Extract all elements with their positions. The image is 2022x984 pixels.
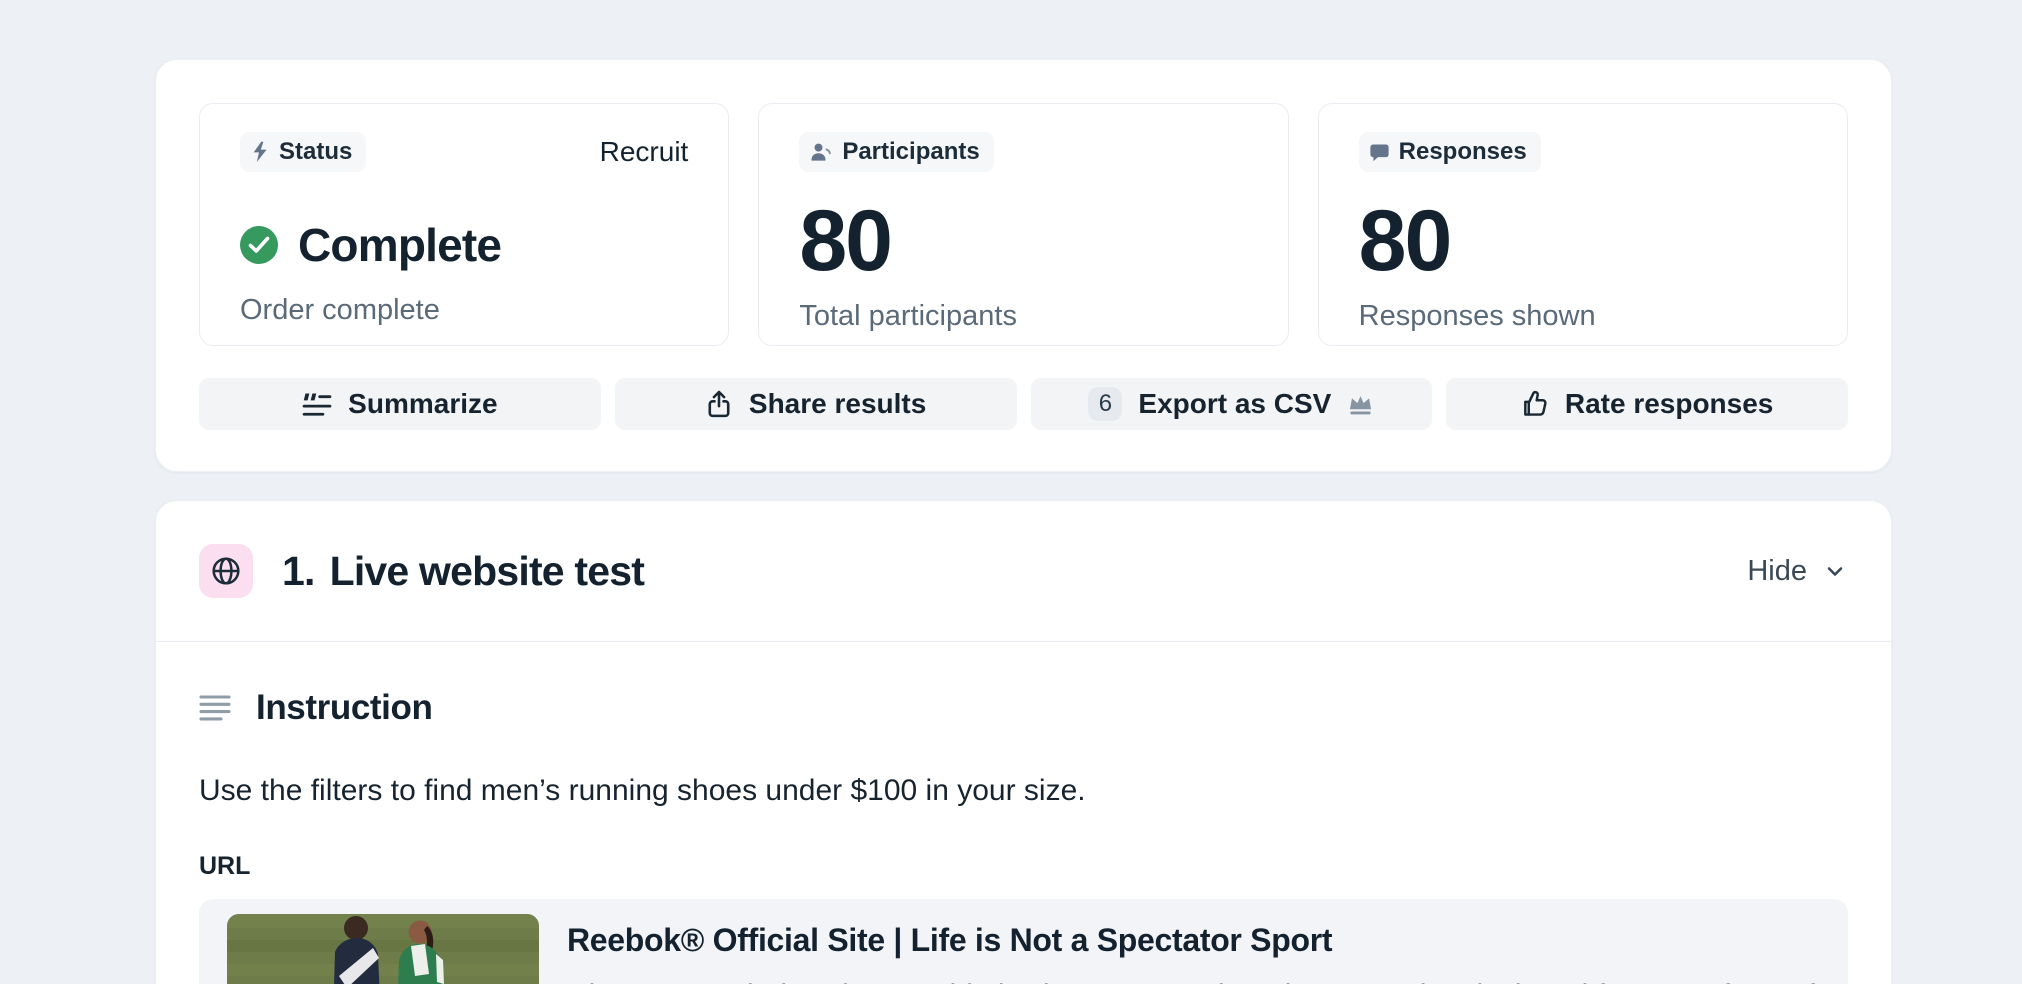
results-toolbar: Summarize Share results 6 Export as CSV [199,378,1848,430]
summarize-quote-icon [302,390,332,418]
stat-card-responses: Responses 80 Responses shown [1318,103,1848,346]
export-csv-button[interactable]: 6 Export as CSV [1031,378,1433,430]
export-csv-label: Export as CSV [1138,388,1331,420]
hide-dropdown[interactable]: Hide [1747,555,1848,588]
stat-card-participants: Participants 80 Total participants [758,103,1288,346]
status-badge: Status [240,132,366,172]
participants-caption: Total participants [799,300,1247,333]
stat-card-status: Status Recruit Complete Order complete [199,103,729,346]
summary-panel: Status Recruit Complete Order complete [155,59,1892,472]
responses-card-header: Responses [1359,132,1807,172]
section-body: Instruction Use the filters to find men’… [156,642,1891,984]
responses-caption: Responses shown [1359,300,1807,333]
check-circle-icon [240,226,278,264]
url-label: URL [199,852,1848,881]
instruction-heading: Instruction [256,688,432,728]
stats-row: Status Recruit Complete Order complete [199,103,1848,346]
crown-icon [1347,392,1374,417]
test-section-panel: 1. Live website test Hide Instructi [155,500,1892,984]
user-icon [809,141,833,163]
globe-icon [209,554,243,588]
hide-label: Hide [1747,555,1807,588]
section-title: 1. Live website test [282,548,644,595]
participants-card-header: Participants [799,132,1247,172]
status-value-row: Complete [240,218,688,272]
lightning-icon [250,141,270,163]
recruit-link[interactable]: Recruit [600,136,689,168]
instruction-heading-row: Instruction [199,688,1848,728]
export-count-badge: 6 [1088,387,1122,421]
chevron-down-icon [1822,558,1848,584]
section-icon-tile [199,544,253,598]
link-preview-text: Reebok® Official Site | Life is Not a Sp… [567,914,1820,984]
speech-bubble-icon [1369,142,1390,163]
summarize-label: Summarize [348,388,497,420]
responses-count: 80 [1359,198,1807,284]
rate-responses-label: Rate responses [1565,388,1774,420]
rate-responses-button[interactable]: Rate responses [1446,378,1848,430]
link-title: Reebok® Official Site | Life is Not a Sp… [567,922,1820,959]
thumbs-up-icon [1521,390,1549,418]
link-preview-card[interactable]: Reebok® Official Site | Life is Not a Sp… [199,899,1848,984]
participants-badge-label: Participants [842,138,979,166]
link-thumbnail-image [227,914,539,984]
section-number: 1. [282,548,315,595]
status-card-header: Status Recruit [240,132,688,172]
text-lines-icon [199,693,231,723]
status-caption: Order complete [240,294,688,327]
participants-badge: Participants [799,132,993,172]
responses-badge-label: Responses [1399,138,1527,166]
status-badge-label: Status [279,138,352,166]
link-description: Discover Reebok Unisex's athletic shoes,… [567,979,1820,984]
section-title-text: Live website test [330,548,645,595]
summarize-button[interactable]: Summarize [199,378,601,430]
instruction-text: Use the filters to find men’s running sh… [199,774,1848,808]
share-results-label: Share results [749,388,926,420]
share-results-button[interactable]: Share results [615,378,1017,430]
share-icon [705,389,733,419]
participants-count: 80 [799,198,1247,284]
status-value: Complete [298,218,501,272]
responses-badge: Responses [1359,132,1541,172]
section-header: 1. Live website test Hide [156,501,1891,642]
